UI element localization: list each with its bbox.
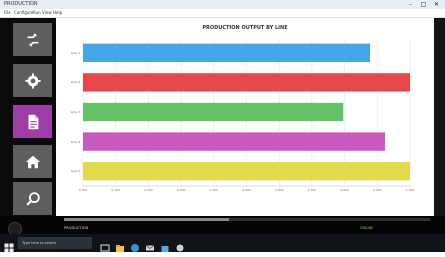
menu-help[interactable]: Help — [53, 10, 62, 15]
right-edge-strip — [434, 18, 445, 218]
status-progress-bar — [64, 218, 430, 221]
windows-start-button[interactable] — [4, 238, 14, 253]
left-edge-strip — [0, 18, 9, 218]
gear-icon — [24, 72, 41, 89]
category-label: Line 2 — [70, 80, 80, 85]
nav-refresh-button[interactable] — [13, 23, 52, 56]
document-icon — [28, 114, 38, 129]
x-tick-label: 0.500 — [242, 188, 251, 192]
category-label: Line 4 — [70, 139, 80, 144]
nav-search-button[interactable] — [13, 182, 52, 215]
x-tick-label: 1.000 — [405, 188, 415, 192]
category-label: Line 5 — [70, 169, 80, 174]
x-tick-label: 0.000 — [78, 188, 88, 192]
window-titlebar: PRODUCTION – □ ✕ — [0, 0, 445, 9]
menu-bar: File Configure Run View Help — [0, 9, 445, 18]
bar-3[interactable] — [83, 102, 344, 122]
home-icon — [25, 155, 40, 168]
status-right-text: ONLINE — [360, 226, 374, 230]
nav-report-button[interactable] — [13, 105, 52, 138]
x-tick-label: 0.200 — [144, 188, 153, 192]
status-progress-fill — [64, 218, 229, 221]
bar-2[interactable] — [83, 73, 410, 92]
taskbar-search-box[interactable]: Type here to search — [18, 237, 92, 249]
window-title: PRODUCTION — [4, 1, 38, 7]
bar-4[interactable] — [83, 132, 386, 151]
category-label: Line 1 — [70, 50, 80, 55]
taskbar-search-placeholder: Type here to search — [22, 241, 57, 245]
nav-home-button[interactable] — [13, 145, 52, 178]
menu-file[interactable]: File — [4, 10, 11, 15]
x-tick-label: 0.800 — [340, 188, 349, 192]
x-tick-label: 0.700 — [307, 188, 317, 192]
menu-run[interactable]: Run — [33, 10, 41, 15]
category-label: Line 3 — [70, 110, 80, 114]
sidebar — [9, 18, 56, 216]
x-tick-label: 0.300 — [176, 188, 186, 192]
shuffle-icon — [27, 33, 38, 46]
x-tick-label: 0.400 — [209, 188, 219, 192]
close-button[interactable]: ✕ — [430, 0, 443, 9]
x-tick-label: 0.900 — [373, 188, 382, 192]
bar-5[interactable] — [83, 162, 410, 181]
minimize-button[interactable]: – — [404, 0, 417, 9]
menu-view[interactable]: View — [42, 10, 52, 15]
maximize-button[interactable]: □ — [417, 0, 430, 9]
store-icon[interactable] — [160, 238, 170, 252]
bar-1[interactable] — [83, 43, 371, 62]
task-view-icon[interactable] — [100, 238, 110, 252]
nav-settings-button[interactable] — [13, 64, 52, 97]
menu-configure[interactable]: Configure — [14, 10, 33, 15]
search-icon — [25, 191, 40, 206]
status-left-text: PRODUCTION — [64, 226, 89, 230]
browser-icon[interactable] — [130, 238, 140, 252]
x-tick-label: 0.100 — [111, 188, 120, 192]
file-explorer-icon[interactable] — [115, 238, 125, 252]
mail-icon[interactable] — [145, 238, 155, 251]
x-tick-label: 0.600 — [274, 188, 284, 192]
app-icon[interactable] — [175, 238, 185, 252]
bar-chart — [82, 38, 411, 187]
